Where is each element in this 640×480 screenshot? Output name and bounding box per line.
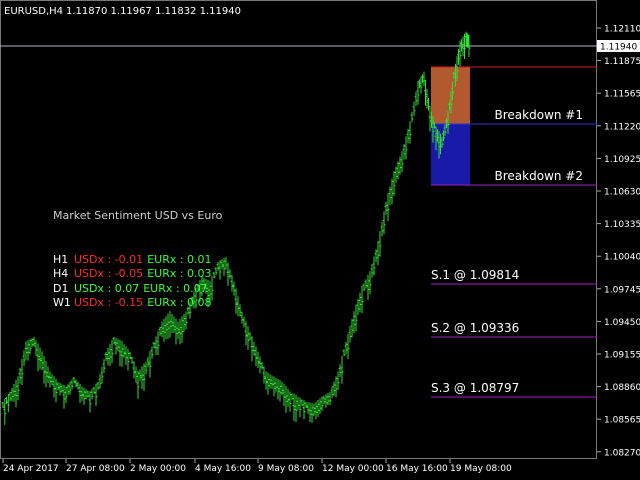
time-label: 24 Apr 2017: [3, 464, 59, 474]
sentiment-row-d1: D1 USDx : 0.07 EURx : 0.07: [53, 282, 222, 297]
time-label: 9 May 08:00: [258, 464, 314, 474]
breakdown-2-label: Breakdown #2: [495, 169, 583, 183]
sentiment-row-h4: H4 USDx : -0.05 EURx : 0.03: [53, 267, 222, 282]
price-label: 1.08565: [604, 416, 640, 426]
support-3-label: S.3 @ 1.08797: [431, 381, 519, 395]
usd-index-value: USDx : 0.07: [74, 281, 140, 295]
price-label: 1.12110: [604, 25, 640, 35]
time-label: 16 May 16:00: [386, 464, 448, 474]
price-label: 1.10630: [604, 188, 640, 198]
time-label: 12 May 00:00: [322, 464, 384, 474]
price-label: 1.11875: [604, 57, 640, 67]
current-price-value: 1.11940: [600, 43, 637, 53]
sentiment-row-h1: H1 USDx : -0.01 EURx : 0.01: [53, 253, 222, 268]
price-label: 1.09745: [604, 285, 640, 295]
eur-index-value: EURx : 0.03: [147, 267, 212, 280]
price-label: 1.11565: [604, 90, 640, 100]
time-axis: 24 Apr 2017 27 Apr 08:00 2 May 00:00 4 May …: [2, 459, 512, 474]
price-label: 1.10335: [604, 220, 640, 230]
sentiment-title: Market Sentiment USD vs Euro: [53, 209, 223, 222]
eur-index-value: EURx : 0.08: [147, 296, 212, 309]
eur-index-value: EURx : 0.01: [147, 252, 212, 266]
sentiment-timeframe: D1: [53, 281, 69, 295]
support-1-label: S.1 @ 1.09814: [431, 268, 519, 282]
price-label: 1.09450: [604, 318, 640, 328]
price-label: 1.08860: [604, 383, 640, 393]
price-axis: 1.12110 1.11875 1.11565 1.11220 1.10925 1.106…: [597, 25, 640, 458]
price-label: 1.10925: [604, 155, 640, 165]
usd-index-value: USDx : -0.05: [74, 267, 144, 280]
sentiment-row-w1: W1 USDx : -0.15 EURx : 0.08: [53, 296, 222, 311]
price-label: 1.09155: [604, 351, 640, 361]
ohlc-label: 1.11870 1.11967 1.11832 1.11940: [66, 6, 241, 17]
market-sentiment-panel: Market Sentiment USD vs Euro H1 USDx : -0…: [53, 180, 222, 325]
usd-index-value: USDx : -0.01: [74, 252, 144, 266]
time-label: 4 May 16:00: [195, 464, 251, 474]
usd-index-value: USDx : -0.15: [74, 296, 144, 309]
time-label: 27 Apr 08:00: [66, 464, 125, 474]
time-label: 19 May 08:00: [450, 464, 512, 474]
breakdown-1-label: Breakdown #1: [495, 108, 583, 122]
price-label: 1.11220: [604, 122, 640, 132]
symbol-label: EURUSD,H4: [4, 6, 63, 17]
price-label: 1.08270: [604, 448, 640, 458]
price-label: 1.10040: [604, 253, 640, 263]
sentiment-timeframe: W1: [53, 296, 71, 309]
time-label: 2 May 00:00: [130, 464, 186, 474]
support-2-label: S.2 @ 1.09336: [431, 321, 519, 335]
sentiment-timeframe: H1: [53, 252, 69, 266]
eur-index-value: EURx : 0.07: [143, 281, 208, 295]
sentiment-timeframe: H4: [53, 267, 69, 280]
